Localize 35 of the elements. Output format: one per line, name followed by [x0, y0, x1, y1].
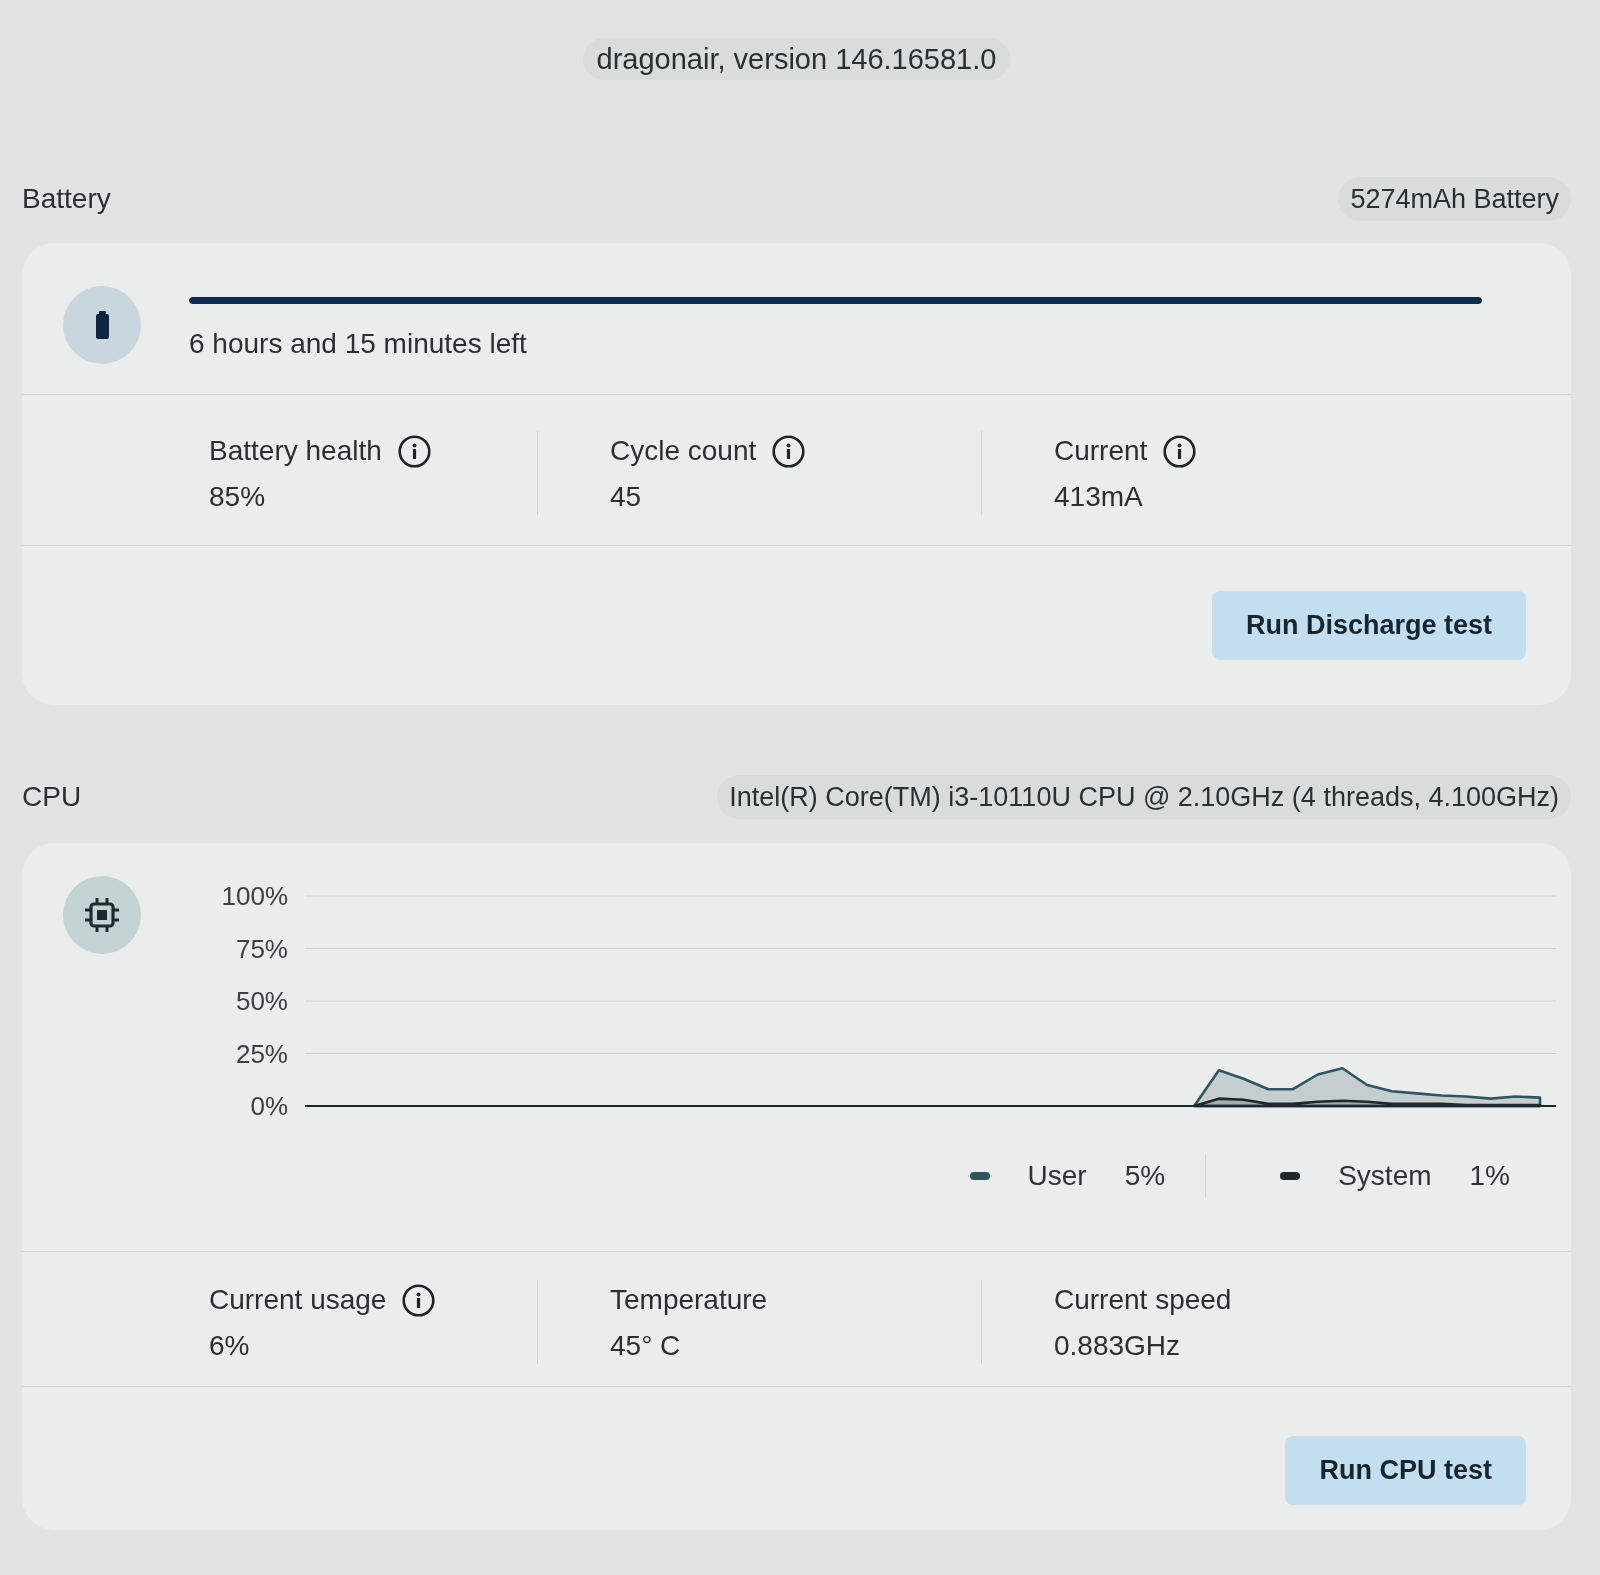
- stat-label: Current speed: [1054, 1283, 1232, 1317]
- stat-label: Cycle count: [610, 434, 757, 468]
- y-tick-label: 50%: [235, 986, 288, 1016]
- stat-value: 6%: [209, 1329, 251, 1363]
- model-label: Intel(R) Core(TM) i3-10110U CPU @ 2.10GHz (4 threads, 4.100GHz): [717, 775, 1571, 819]
- stat-label: Battery health: [209, 434, 382, 468]
- legend-value: 5%: [1124, 1159, 1166, 1193]
- info-icon[interactable]: [397, 434, 431, 468]
- section-title: Battery: [22, 182, 111, 216]
- y-tick-label: 100%: [221, 881, 288, 911]
- chip-icon: [63, 876, 141, 954]
- y-tick-label: 25%: [235, 1038, 288, 1069]
- section-title: CPU: [22, 780, 82, 814]
- stat-value: 85%: [209, 480, 267, 514]
- legend-label: System: [1338, 1159, 1432, 1193]
- stat-value: 45° C: [610, 1329, 682, 1363]
- info-icon[interactable]: [402, 1283, 436, 1317]
- y-tick-label: 0%: [250, 1091, 288, 1121]
- battery-icon: [63, 286, 141, 364]
- stat-label: Current: [1054, 434, 1148, 468]
- stat-value: 413mA: [1054, 480, 1144, 514]
- run-test-button[interactable]: Run CPU test: [1285, 1436, 1526, 1505]
- model-label: 5274mAh Battery: [1338, 177, 1571, 221]
- stat-label: Temperature: [610, 1283, 768, 1317]
- info-icon[interactable]: [772, 434, 806, 468]
- legend-label: User: [1027, 1159, 1087, 1193]
- info-icon[interactable]: [1163, 434, 1197, 468]
- run-test-button[interactable]: Run Discharge test: [1211, 591, 1526, 660]
- legend-value: 1%: [1469, 1159, 1510, 1193]
- stat-value: 45: [610, 480, 643, 514]
- stat-value: 0.883GHz: [1054, 1329, 1182, 1363]
- stat-label: Current usage: [209, 1283, 387, 1317]
- y-tick-label: 75%: [235, 933, 288, 964]
- version-label: dragonair, version 146.16581.0: [582, 38, 1011, 80]
- time-left-text: 6 hours and 15 minutes left: [189, 327, 528, 361]
